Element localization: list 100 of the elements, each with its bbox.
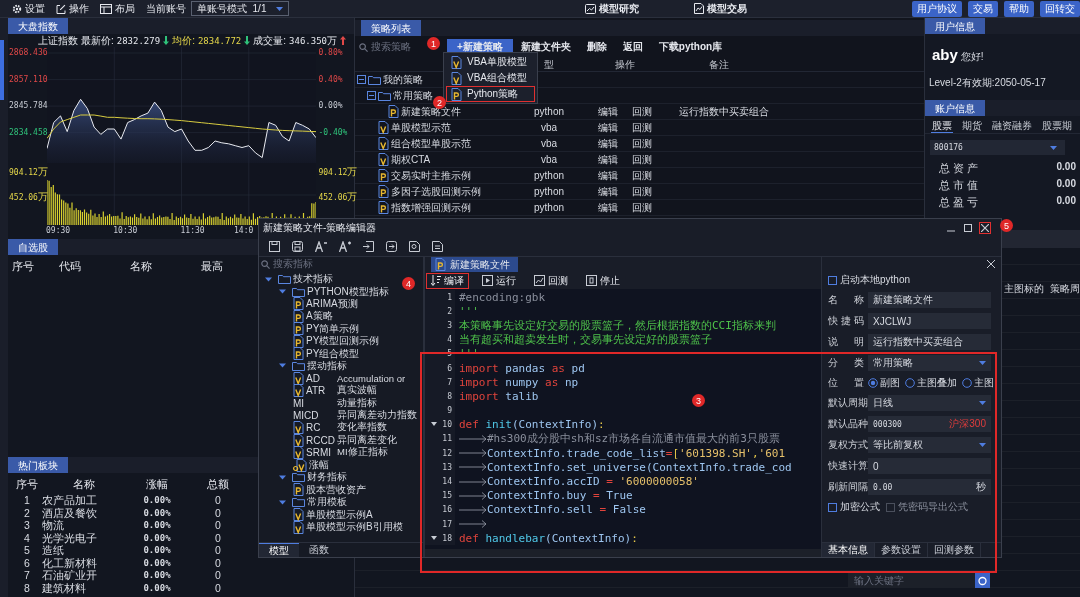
tree-caret-icon[interactable] <box>279 288 286 296</box>
strategy-name[interactable]: 组合模型单股示范 <box>391 136 471 151</box>
indicator-name[interactable]: PY简单示例 <box>306 321 360 336</box>
nav-tab[interactable]: 模型研究 <box>599 1 640 16</box>
indicator-name[interactable]: PY模型回测示例 <box>306 334 380 349</box>
menu-item[interactable]: 布局 <box>115 1 135 16</box>
action-link[interactable]: 编辑 <box>597 200 618 215</box>
action-link[interactable]: 编辑 <box>597 184 618 199</box>
action-link[interactable]: 回测 <box>631 200 652 215</box>
dropdown-field[interactable]: 日线 <box>868 395 991 411</box>
strategy-name[interactable]: 常用策略 <box>393 88 433 103</box>
menu-item[interactable]: VBA单股模型 <box>446 54 535 70</box>
strategy-name[interactable]: 单股模型示范 <box>391 120 451 135</box>
panel-tab[interactable]: 账户信息 <box>925 100 985 116</box>
radio-button[interactable] <box>905 378 915 388</box>
text-field[interactable]: 运行指数中买卖组合 <box>868 334 991 350</box>
indicator-name[interactable]: A策略 <box>306 309 333 324</box>
indicator-name[interactable]: 财务指标 <box>307 470 347 485</box>
strategy-name[interactable]: 指数增强回测示例 <box>391 200 471 215</box>
pane-tab[interactable]: 函数 <box>299 543 339 557</box>
panel-tab[interactable]: 策略列表 <box>361 20 421 36</box>
text-field[interactable]: 新建策略文件 <box>868 292 991 308</box>
indicator-name[interactable]: 摆动指标 <box>307 358 347 373</box>
indicator-name[interactable]: PY组合模型 <box>306 346 360 361</box>
action-link[interactable]: 回测 <box>631 104 652 119</box>
tree-caret-icon[interactable] <box>279 473 286 481</box>
editor-action-button[interactable]: 编译 <box>426 272 469 289</box>
tree-caret-icon[interactable] <box>265 275 272 283</box>
fold-caret-icon[interactable] <box>431 535 437 541</box>
editor-action-button[interactable]: 停止 <box>581 272 625 289</box>
document-icon[interactable] <box>432 240 443 252</box>
account-tab[interactable]: 融资融券 <box>991 119 1033 133</box>
toolbar-button[interactable]: 删除 <box>578 39 615 55</box>
action-link[interactable]: 回测 <box>631 168 652 183</box>
import-icon[interactable] <box>363 240 374 252</box>
indicator-name[interactable]: PYTHON模型指标 <box>307 284 389 299</box>
strategy-name[interactable]: 期权CTA <box>391 152 431 167</box>
file-tab[interactable]: 新建策略文件 <box>431 257 518 272</box>
action-link[interactable]: 编辑 <box>597 168 618 183</box>
header-button[interactable]: 帮助 <box>1004 0 1034 17</box>
horizontal-scrollbar[interactable] <box>425 549 821 557</box>
account-tab[interactable]: 期货 <box>961 119 983 133</box>
strategy-name[interactable]: 我的策略 <box>383 72 423 87</box>
save-icon[interactable] <box>269 240 280 252</box>
panel-tab[interactable]: 热门板块 <box>8 457 68 473</box>
indicator-name[interactable]: MICD <box>293 410 319 421</box>
indicator-name[interactable]: 单股模型示例B <box>306 520 373 534</box>
text-field[interactable]: 0 <box>868 458 991 474</box>
panel-tab[interactable]: 用户信息 <box>925 18 985 34</box>
indicator-name[interactable]: MI <box>293 397 305 409</box>
indicator-name[interactable]: RCCD <box>306 434 335 446</box>
fold-caret-icon[interactable] <box>431 422 437 428</box>
header-button[interactable]: 用户协议 <box>912 0 962 17</box>
pane-tab[interactable]: 模型 <box>259 543 299 557</box>
header-button[interactable]: 交易 <box>968 0 998 17</box>
panel-tab[interactable]: 大盘指数 <box>8 18 68 34</box>
indicator-name[interactable]: 技术指标 <box>293 272 333 287</box>
search-button[interactable] <box>975 573 990 588</box>
checkbox[interactable] <box>828 502 837 512</box>
indicator-name[interactable]: SRMI <box>306 447 331 459</box>
export-icon[interactable] <box>386 240 397 252</box>
properties-tab[interactable]: 参数设置 <box>875 543 928 557</box>
menu-item[interactable]: 设置 <box>25 1 45 16</box>
toolbar-button[interactable]: 新建文件夹 <box>512 39 579 55</box>
indicator-name[interactable]: 单股模型示例A <box>306 507 373 522</box>
radio-button[interactable] <box>868 378 878 388</box>
action-link[interactable]: 编辑 <box>597 152 618 167</box>
save-all-icon[interactable] <box>292 240 303 252</box>
maximize-button[interactable] <box>962 221 974 234</box>
toolbar-button[interactable]: 返回 <box>614 39 651 55</box>
find-icon[interactable] <box>409 240 420 252</box>
account-tab[interactable]: 股票期 <box>1041 119 1073 133</box>
action-link[interactable]: 编辑 <box>597 104 618 119</box>
dropdown-field[interactable]: 等比前复权 <box>868 437 991 453</box>
tree-caret-icon[interactable] <box>279 498 286 506</box>
action-link[interactable]: 回测 <box>631 120 652 135</box>
strategy-name[interactable]: 多因子选股回测示例 <box>391 184 481 199</box>
panel-tab[interactable]: 自选股 <box>8 239 58 255</box>
menu-item[interactable]: VBA组合模型 <box>446 70 535 86</box>
toolbar-button[interactable]: 下载python库 <box>650 39 731 55</box>
menu-item[interactable]: Python策略 <box>446 86 535 102</box>
nav-tab[interactable]: 模型交易 <box>707 1 748 16</box>
collapse-icon[interactable] <box>357 75 366 84</box>
account-mode-dropdown[interactable]: 单账号模式 1/1 <box>191 1 290 16</box>
action-link[interactable]: 回测 <box>631 184 652 199</box>
editor-action-button[interactable]: 回测 <box>529 272 573 289</box>
action-link[interactable]: 回测 <box>631 136 652 151</box>
indicator-name[interactable]: ARIMA预测 <box>306 297 358 311</box>
code-field[interactable]: 000300 沪深300 <box>868 416 991 432</box>
menu-item[interactable]: 操作 <box>69 1 89 16</box>
indicator-name[interactable]: 常用模板 <box>307 495 347 510</box>
dropdown-field[interactable]: 常用策略 <box>868 355 991 371</box>
close-button[interactable] <box>979 221 991 234</box>
indicator-name[interactable]: ATR <box>306 385 326 397</box>
indicator-search-field[interactable]: 搜索指标 <box>259 257 423 271</box>
indicator-name[interactable]: RC <box>306 422 321 434</box>
action-link[interactable]: 编辑 <box>597 120 618 135</box>
indicator-name[interactable]: AD <box>306 372 320 384</box>
action-link[interactable]: 编辑 <box>597 136 618 151</box>
account-dropdown[interactable]: 800176 <box>930 140 1065 155</box>
